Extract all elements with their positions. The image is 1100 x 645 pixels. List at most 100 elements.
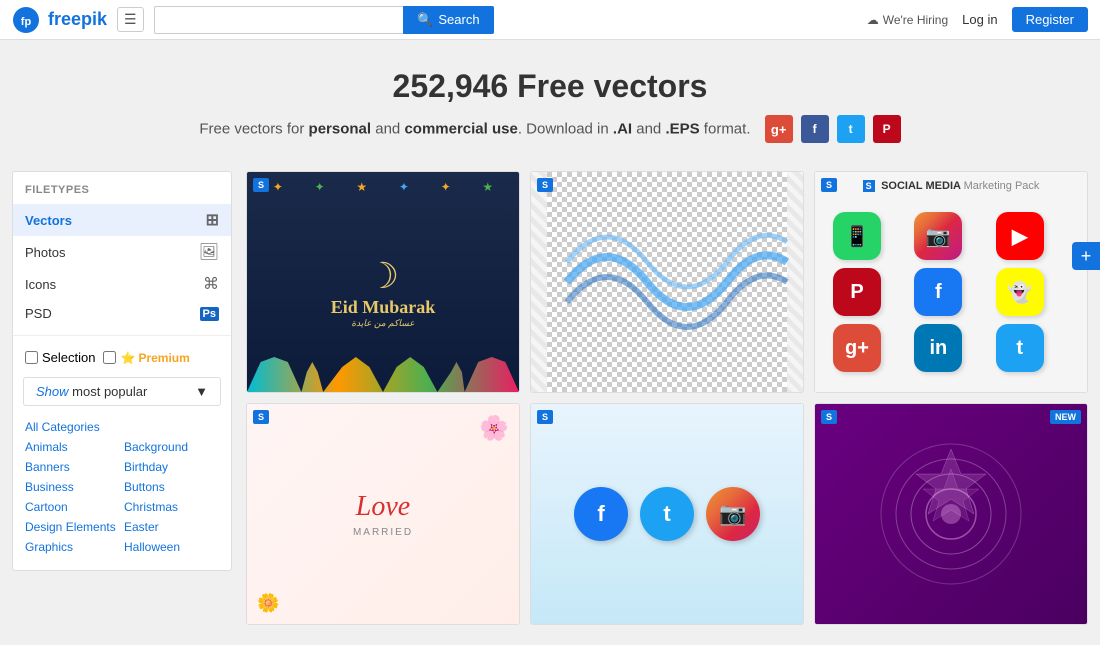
love-text: Love bbox=[356, 491, 410, 523]
vectors-icon: ⊞ bbox=[206, 210, 219, 230]
svg-text:fp: fp bbox=[21, 16, 32, 28]
pinterest-button[interactable]: P bbox=[873, 115, 901, 143]
filetypes-label: FILETYPES bbox=[13, 184, 231, 204]
cat-easter[interactable]: Easter bbox=[124, 518, 219, 536]
whatsapp-icon: 📱 bbox=[833, 212, 881, 260]
image-card-purple[interactable]: S NEW bbox=[814, 403, 1088, 625]
twitter-app-icon: t bbox=[996, 324, 1044, 372]
cat-cartoon[interactable]: Cartoon bbox=[25, 498, 120, 516]
freepik-logo-icon: fp bbox=[12, 6, 40, 34]
cat-graphics[interactable]: Graphics bbox=[25, 538, 120, 556]
selection-checkbox[interactable] bbox=[25, 351, 38, 364]
search-button[interactable]: 🔍 Search bbox=[403, 6, 493, 34]
premium-checkbox[interactable] bbox=[103, 351, 116, 364]
eid-text: ☽ Eid Mubarak عساكم من عايدة bbox=[331, 255, 436, 329]
cat-birthday[interactable]: Birthday bbox=[124, 458, 219, 476]
instagram-icon: 📷 bbox=[914, 212, 962, 260]
sidebar-item-icons[interactable]: Icons ⌘ bbox=[13, 268, 231, 300]
psd-icon: Ps bbox=[200, 307, 219, 321]
menu-button[interactable]: ☰ bbox=[117, 7, 144, 32]
facebook-app-icon: f bbox=[914, 268, 962, 316]
image-card-eid[interactable]: ✦ ✦ ★ ✦ ✦ ★ ☽ Eid Mubarak عساكم من عايدة bbox=[246, 171, 520, 393]
cat-halloween[interactable]: Halloween bbox=[124, 538, 219, 556]
mandala-svg bbox=[871, 434, 1031, 594]
social-media-header: S SOCIAL MEDIA Marketing Pack bbox=[815, 180, 1087, 192]
eid-subtitle: عساكم من عايدة bbox=[331, 318, 436, 329]
sidebar-item-psd[interactable]: PSD Ps bbox=[13, 300, 231, 327]
psd-label: PSD bbox=[25, 306, 52, 321]
selection-row: Selection ⭐ Premium bbox=[13, 344, 231, 371]
selection-label: Selection bbox=[42, 350, 95, 365]
image-card-wave[interactable]: S bbox=[530, 171, 804, 393]
hiring-link[interactable]: ☁ We're Hiring bbox=[867, 13, 948, 27]
card-badge-social: S bbox=[821, 178, 837, 192]
sidebar-item-vectors[interactable]: Vectors ⊞ bbox=[13, 204, 231, 236]
header-right: ☁ We're Hiring Log in Register bbox=[867, 7, 1088, 32]
card-badge-wave: S bbox=[537, 178, 553, 192]
social-media-title: SOCIAL MEDIA Marketing Pack bbox=[881, 180, 1039, 192]
flowers-top-icon: 🌸 bbox=[479, 414, 509, 443]
cat-buttons[interactable]: Buttons bbox=[124, 478, 219, 496]
dropdown-arrow-icon: ▼ bbox=[195, 384, 208, 399]
register-button[interactable]: Register bbox=[1012, 7, 1088, 32]
cat-business[interactable]: Business bbox=[25, 478, 120, 496]
premium-checkbox-label[interactable]: ⭐ Premium bbox=[103, 351, 189, 365]
search-input[interactable] bbox=[154, 6, 404, 34]
card-badge-new: NEW bbox=[1050, 410, 1081, 424]
cat-all[interactable]: All Categories bbox=[25, 418, 219, 436]
cat-background[interactable]: Background bbox=[124, 438, 219, 456]
purple-pattern bbox=[815, 404, 1087, 624]
eid-title: Eid Mubarak bbox=[331, 297, 436, 318]
show-popular-dropdown[interactable]: Show most popular ▼ bbox=[23, 377, 221, 406]
cat-animals[interactable]: Animals bbox=[25, 438, 120, 456]
icons-icon: ⌘ bbox=[203, 274, 219, 294]
icons-label: Icons bbox=[25, 277, 56, 292]
social-media-content: S SOCIAL MEDIA Marketing Pack 📱 📷 ▶ P f … bbox=[815, 174, 1087, 390]
logo[interactable]: fp freepik bbox=[12, 6, 107, 34]
linkedin-icon: in bbox=[914, 324, 962, 372]
cat-design-elements[interactable]: Design Elements bbox=[25, 518, 120, 536]
vectors-label: Vectors bbox=[25, 213, 72, 228]
card-badge-purple: S bbox=[821, 410, 837, 424]
main-layout: FILETYPES Vectors ⊞ Photos 🖼 Icons ⌘ PSD… bbox=[0, 171, 1100, 645]
image-card-social[interactable]: S SOCIAL MEDIA Marketing Pack 📱 📷 ▶ P f … bbox=[814, 171, 1088, 393]
premium-star-icon: ⭐ bbox=[120, 351, 135, 365]
header: fp freepik ☰ 🔍 Search ☁ We're Hiring Log… bbox=[0, 0, 1100, 40]
image-card-fb[interactable]: f t 📷 S bbox=[530, 403, 804, 625]
wave-svg bbox=[531, 172, 803, 392]
card-badge-love: S bbox=[253, 410, 269, 424]
hero-section: 252,946 Free vectors Free vectors for pe… bbox=[0, 40, 1100, 171]
photos-label: Photos bbox=[25, 245, 65, 260]
card-badge-fb: S bbox=[537, 410, 553, 424]
logo-text: freepik bbox=[48, 9, 107, 30]
google-plus-app-icon: g+ bbox=[833, 324, 881, 372]
image-card-love[interactable]: 🌸 Love Married 🌼 S bbox=[246, 403, 520, 625]
mosque-decoration bbox=[247, 342, 519, 392]
google-plus-button[interactable]: g+ bbox=[765, 115, 793, 143]
hero-subtitle: Free vectors for personal and commercial… bbox=[20, 115, 1080, 143]
selection-checkbox-label[interactable]: Selection bbox=[25, 350, 95, 365]
cat-banners[interactable]: Banners bbox=[25, 458, 120, 476]
social-apps-grid: 📱 📷 ▶ P f 👻 g+ in t bbox=[821, 182, 1081, 382]
twitter-button[interactable]: t bbox=[837, 115, 865, 143]
youtube-icon: ▶ bbox=[996, 212, 1044, 260]
pinterest-app-icon: P bbox=[833, 268, 881, 316]
twitter-circle-icon: t bbox=[640, 487, 694, 541]
married-text: Married bbox=[353, 527, 413, 538]
search-icon: 🔍 bbox=[417, 12, 433, 28]
content-area: ✦ ✦ ★ ✦ ✦ ★ ☽ Eid Mubarak عساكم من عايدة bbox=[232, 171, 1088, 625]
search-area: 🔍 Search bbox=[154, 6, 494, 34]
instagram-circle-icon: 📷 bbox=[706, 487, 760, 541]
login-link[interactable]: Log in bbox=[962, 12, 997, 27]
love-content: 🌸 Love Married 🌼 bbox=[247, 404, 519, 624]
categories-grid: All Categories Animals Background Banner… bbox=[13, 412, 231, 562]
photos-icon: 🖼 bbox=[199, 242, 219, 262]
sidebar-item-photos[interactable]: Photos 🖼 bbox=[13, 236, 231, 268]
cat-christmas[interactable]: Christmas bbox=[124, 498, 219, 516]
float-add-button[interactable]: + bbox=[1072, 242, 1100, 270]
social-icons: g+ f t P bbox=[765, 115, 901, 143]
cloud-icon: ☁ bbox=[867, 13, 879, 27]
card-badge-eid: S bbox=[253, 178, 269, 192]
hero-title: 252,946 Free vectors bbox=[20, 68, 1080, 105]
facebook-button[interactable]: f bbox=[801, 115, 829, 143]
